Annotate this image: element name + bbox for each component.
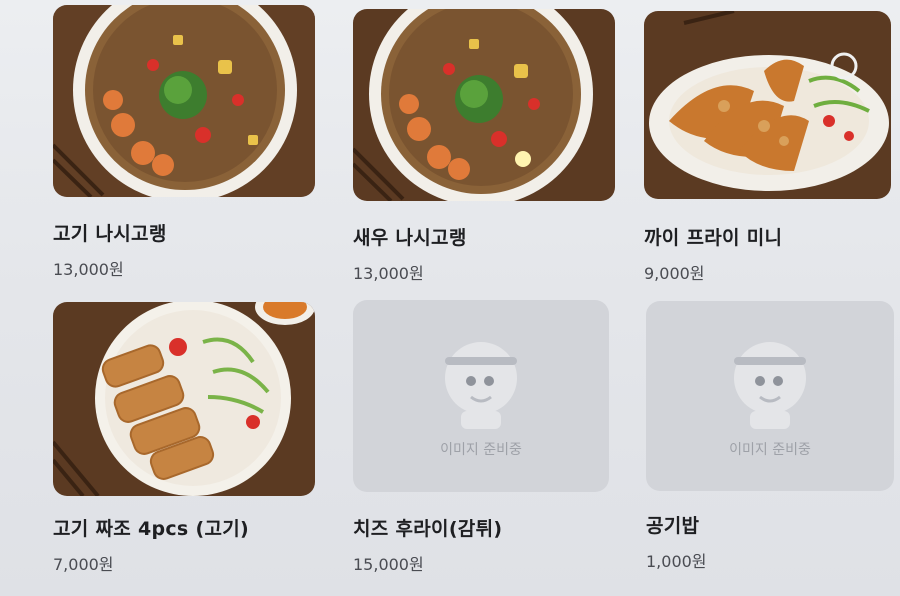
menu-item-price: 15,000원 xyxy=(353,555,424,574)
menu-card-beef-nasi-goreng[interactable]: 고기 나시고랭 13,000원 xyxy=(53,5,315,280)
menu-item-price: 13,000원 xyxy=(53,260,124,279)
fried-rice-image xyxy=(53,5,315,197)
fried-chicken-image xyxy=(644,11,891,199)
mascot-placeholder-icon xyxy=(445,342,517,429)
menu-card-spring-rolls[interactable]: 고기 짜조 4pcs (고기) 7,000원 xyxy=(53,302,315,575)
menu-item-name: 고기 짜조 4pcs (고기) xyxy=(53,518,249,540)
menu-item-price: 7,000원 xyxy=(53,555,114,574)
menu-item-name: 고기 나시고랭 xyxy=(53,223,167,245)
menu-card-rice[interactable]: 이미지 준비중 공기밥 1,000원 xyxy=(646,301,894,572)
image-placeholder: 이미지 준비중 xyxy=(646,301,894,491)
menu-card-kai-fry-mini[interactable]: 까이 프라이 미니 9,000원 xyxy=(644,11,891,284)
menu-item-name: 새우 나시고랭 xyxy=(353,227,467,249)
fried-rice-image xyxy=(353,9,615,201)
menu-card-shrimp-nasi-goreng[interactable]: 새우 나시고랭 13,000원 xyxy=(353,9,615,284)
menu-item-price: 1,000원 xyxy=(646,552,707,571)
placeholder-label: 이미지 준비중 xyxy=(729,442,811,458)
spring-rolls-image xyxy=(53,302,315,496)
menu-item-price: 9,000원 xyxy=(644,264,705,283)
mascot-placeholder-icon xyxy=(734,342,806,429)
menu-card-cheese-fries[interactable]: 이미지 준비중 치즈 후라이(감튀) 15,000원 xyxy=(353,300,609,575)
menu-item-name: 치즈 후라이(감튀) xyxy=(353,518,503,540)
placeholder-label: 이미지 준비중 xyxy=(440,442,522,458)
image-placeholder: 이미지 준비중 xyxy=(353,300,609,492)
menu-item-name: 공기밥 xyxy=(646,515,700,537)
menu-item-price: 13,000원 xyxy=(353,264,424,283)
menu-item-name: 까이 프라이 미니 xyxy=(644,227,783,249)
